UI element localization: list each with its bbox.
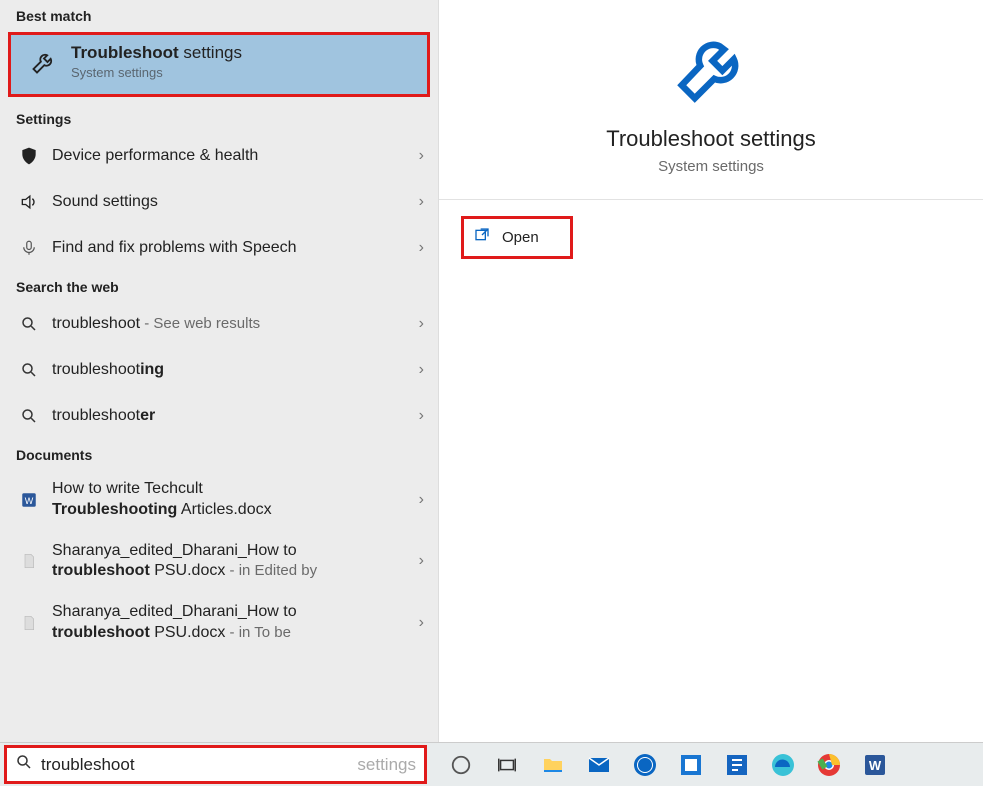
document-item[interactable]: W How to write Techcult Troubleshooting … (0, 469, 438, 531)
document-item[interactable]: Sharanya_edited_Dharani_How to troublesh… (0, 592, 438, 654)
cortana-icon[interactable] (445, 749, 477, 781)
task-view-icon[interactable] (491, 749, 523, 781)
chevron-right-icon: › (419, 614, 424, 632)
open-icon (474, 227, 490, 248)
wrench-icon (27, 45, 61, 79)
best-match-title: Troubleshoot settings (71, 43, 242, 63)
word-doc-icon: W (16, 487, 42, 513)
chevron-right-icon: › (419, 239, 424, 257)
search-ghost-text: settings (357, 755, 416, 775)
dell-icon[interactable] (629, 749, 661, 781)
section-settings: Settings (0, 103, 438, 133)
app-icon[interactable] (675, 749, 707, 781)
wrench-icon (672, 30, 750, 108)
chevron-right-icon: › (419, 147, 424, 165)
detail-title: Troubleshoot settings (606, 126, 816, 152)
search-icon (16, 403, 42, 429)
chevron-right-icon: › (419, 491, 424, 509)
web-item[interactable]: troubleshooting › (0, 347, 438, 393)
settings-item-label: Device performance & health (52, 146, 419, 167)
chevron-right-icon: › (419, 315, 424, 333)
open-button[interactable]: Open (461, 216, 573, 259)
settings-item-label: Sound settings (52, 192, 419, 213)
search-icon (16, 311, 42, 337)
section-documents: Documents (0, 439, 438, 469)
shield-icon (16, 143, 42, 169)
file-icon (16, 610, 42, 636)
best-match-item[interactable]: Troubleshoot settings System settings (11, 35, 427, 94)
app-icon[interactable] (721, 749, 753, 781)
svg-text:W: W (25, 496, 34, 506)
best-match-subtitle: System settings (71, 65, 242, 80)
section-best-match: Best match (0, 0, 438, 30)
settings-item-label: Find and fix problems with Speech (52, 238, 419, 259)
best-match-highlight: Troubleshoot settings System settings (8, 32, 430, 97)
search-results-panel: Best match Troubleshoot settings System … (0, 0, 439, 742)
document-item-label: How to write Techcult Troubleshooting Ar… (52, 479, 419, 521)
search-box[interactable]: settings (4, 745, 427, 784)
open-label: Open (502, 229, 539, 246)
settings-item[interactable]: Find and fix problems with Speech › (0, 225, 438, 271)
mail-icon[interactable] (583, 749, 615, 781)
settings-item[interactable]: Device performance & health › (0, 133, 438, 179)
word-icon[interactable]: W (859, 749, 891, 781)
web-item-label: troubleshooting (52, 360, 419, 381)
file-icon (16, 548, 42, 574)
chrome-icon[interactable] (813, 749, 845, 781)
web-item-label: troubleshooter (52, 406, 419, 427)
taskbar: settings (0, 742, 983, 786)
search-icon (16, 357, 42, 383)
sound-icon (16, 189, 42, 215)
section-search-web: Search the web (0, 271, 438, 301)
search-input[interactable] (41, 755, 359, 775)
search-icon (15, 753, 33, 776)
web-item-label: troubleshoot - See web results (52, 314, 419, 335)
web-item[interactable]: troubleshooter › (0, 393, 438, 439)
chevron-right-icon: › (419, 361, 424, 379)
document-item-label: Sharanya_edited_Dharani_How to troublesh… (52, 602, 419, 644)
detail-subtitle: System settings (658, 158, 764, 175)
web-item[interactable]: troubleshoot - See web results › (0, 301, 438, 347)
document-item-label: Sharanya_edited_Dharani_How to troublesh… (52, 541, 419, 583)
document-item[interactable]: Sharanya_edited_Dharani_How to troublesh… (0, 531, 438, 593)
chevron-right-icon: › (419, 407, 424, 425)
edge-icon[interactable] (767, 749, 799, 781)
chevron-right-icon: › (419, 193, 424, 211)
chevron-right-icon: › (419, 552, 424, 570)
detail-panel: Troubleshoot settings System settings Op… (439, 0, 983, 742)
file-explorer-icon[interactable] (537, 749, 569, 781)
settings-item[interactable]: Sound settings › (0, 179, 438, 225)
microphone-icon (16, 235, 42, 261)
svg-text:W: W (869, 758, 882, 773)
